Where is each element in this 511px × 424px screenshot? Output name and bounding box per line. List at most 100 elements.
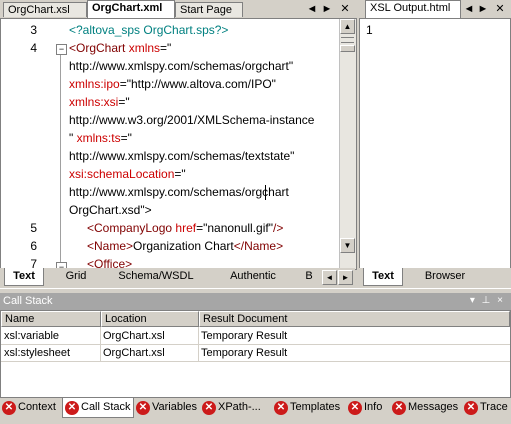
tab-scroll-right-icon[interactable]: ► bbox=[477, 3, 489, 15]
attr-token: href bbox=[172, 221, 197, 235]
error-icon: ✕ bbox=[464, 401, 478, 415]
error-icon: ✕ bbox=[2, 401, 16, 415]
cell-result: Temporary Result bbox=[201, 330, 288, 342]
scroll-thumb[interactable] bbox=[340, 45, 355, 52]
table-row[interactable]: xsl:stylesheet OrgChart.xsl Temporary Re… bbox=[1, 345, 510, 362]
value-token: =" bbox=[160, 41, 172, 55]
text-token: Organization Chart bbox=[133, 239, 234, 253]
tab-messages[interactable]: ✕ Messages bbox=[390, 398, 462, 418]
view-tab-browser[interactable]: B bbox=[302, 268, 316, 286]
code-line-4: <OrgChart xmlns=" bbox=[69, 39, 171, 57]
scroll-up-icon[interactable]: ▲ bbox=[340, 19, 355, 34]
code-wrap-line: http://www.xmlspy.com/schemas/orgchart" bbox=[69, 59, 294, 73]
tab-orgchart-xml[interactable]: OrgChart.xml bbox=[87, 0, 175, 18]
close-icon[interactable]: ✕ bbox=[339, 3, 351, 15]
line-number: 3 bbox=[30, 23, 37, 37]
callstack-titlebar: Call Stack ▾ ⊥ × bbox=[0, 293, 511, 310]
tab-xpath[interactable]: ✕ XPath-... bbox=[200, 398, 272, 418]
output-area[interactable]: 1 bbox=[359, 18, 511, 270]
tab-scroll-left-icon[interactable]: ◄ bbox=[463, 3, 475, 15]
cell-result: Temporary Result bbox=[201, 347, 288, 359]
tag-token: <OrgChart bbox=[69, 41, 126, 55]
value-token: =" bbox=[118, 95, 130, 109]
tab-scroll-left-icon[interactable]: ◄ bbox=[306, 3, 318, 15]
line-number: 7 bbox=[30, 257, 37, 269]
error-icon: ✕ bbox=[202, 401, 216, 415]
attr-token: xsi:schemaLocation bbox=[69, 167, 175, 181]
cell-location: OrgChart.xsl bbox=[103, 347, 165, 359]
line-number: 6 bbox=[30, 239, 37, 253]
attr-token: xmlns:ts bbox=[73, 131, 121, 145]
callstack-table: Name Location Result Document xsl:variab… bbox=[0, 310, 511, 398]
scroll-right-icon[interactable]: ► bbox=[338, 270, 353, 285]
view-tab-text[interactable]: Text bbox=[4, 268, 44, 286]
code-wrap-line: xmlns:xsi=" bbox=[69, 93, 130, 111]
view-tab-schema-wsdl[interactable]: Schema/WSDL bbox=[106, 268, 206, 286]
scroll-left-icon[interactable]: ◄ bbox=[322, 270, 337, 285]
panel-title: Call Stack bbox=[3, 295, 53, 307]
split-handle[interactable] bbox=[341, 37, 354, 43]
attr-token: xmlns bbox=[128, 41, 161, 55]
editor-view-tabs: Text Grid Schema/WSDL Authentic B ◄ ► bbox=[0, 268, 355, 287]
line-number: 5 bbox=[30, 221, 37, 235]
code-view[interactable]: − − 3 4 5 6 7 <?altova_sps OrgChart.sps?… bbox=[1, 21, 339, 269]
close-icon[interactable]: ✕ bbox=[494, 3, 506, 15]
tab-start-page[interactable]: Start Page bbox=[175, 2, 243, 17]
output-view-tabs: Text Browser bbox=[359, 268, 511, 287]
column-header-result[interactable]: Result Document bbox=[199, 311, 510, 327]
view-tab-browser[interactable]: Browser bbox=[415, 268, 475, 286]
tag-token: <Name> bbox=[87, 239, 134, 253]
attr-token: xmlns:ipo bbox=[69, 77, 120, 91]
error-icon: ✕ bbox=[274, 401, 288, 415]
view-tab-text[interactable]: Text bbox=[363, 268, 403, 286]
code-line-5: <CompanyLogo href="nanonull.gif"/> bbox=[87, 219, 283, 237]
debug-tab-bar: ✕ Context ✕ Call Stack ✕ Variables ✕ XPath-.… bbox=[0, 398, 511, 420]
code-wrap-line: " xmlns:ts=" bbox=[69, 129, 132, 147]
value-token: ="nanonull.gif" bbox=[196, 221, 273, 235]
code-wrap-line: xsi:schemaLocation=" bbox=[69, 165, 186, 183]
tab-trace[interactable]: ✕ Trace bbox=[462, 398, 511, 418]
panel-controls-icon[interactable]: ▾ ⊥ × bbox=[470, 295, 505, 306]
tab-context[interactable]: ✕ Context bbox=[0, 398, 62, 418]
error-icon: ✕ bbox=[348, 401, 362, 415]
panel-splitter[interactable] bbox=[0, 288, 511, 292]
code-line-6: <Name>Organization Chart</Name> bbox=[87, 237, 283, 255]
table-row[interactable]: xsl:variable OrgChart.xsl Temporary Resu… bbox=[1, 328, 510, 345]
cell-name: xsl:stylesheet bbox=[4, 347, 71, 359]
column-header-name[interactable]: Name bbox=[1, 311, 101, 327]
line-number: 1 bbox=[366, 23, 373, 37]
code-line-3: <?altova_sps OrgChart.sps?> bbox=[69, 23, 229, 37]
fold-toggle-icon[interactable]: − bbox=[56, 44, 67, 55]
line-number: 4 bbox=[30, 41, 37, 55]
scroll-down-icon[interactable]: ▼ bbox=[340, 238, 355, 253]
text-cursor bbox=[265, 185, 266, 200]
tab-templates[interactable]: ✕ Templates bbox=[272, 398, 346, 418]
code-wrap-line: OrgChart.xsd"> bbox=[69, 203, 152, 217]
tab-variables[interactable]: ✕ Variables bbox=[134, 398, 200, 418]
error-icon: ✕ bbox=[65, 401, 79, 415]
tab-info[interactable]: ✕ Info bbox=[346, 398, 390, 418]
tag-token: /> bbox=[273, 221, 284, 235]
tab-xsl-output[interactable]: XSL Output.html bbox=[365, 0, 461, 18]
code-wrap-line: http://www.w3.org/2001/XMLSchema-instanc… bbox=[69, 113, 315, 127]
editor-tab-strip: OrgChart.xsl OrgChart.xml Start Page ◄ ►… bbox=[0, 0, 356, 18]
editor-area[interactable]: − − 3 4 5 6 7 <?altova_sps OrgChart.sps?… bbox=[0, 18, 357, 270]
column-header-location[interactable]: Location bbox=[101, 311, 199, 327]
error-icon: ✕ bbox=[136, 401, 150, 415]
code-wrap-line: http://www.xmlspy.com/schemas/orgchart bbox=[69, 185, 289, 199]
error-icon: ✕ bbox=[392, 401, 406, 415]
view-tab-authentic[interactable]: Authentic bbox=[216, 268, 290, 286]
view-tab-grid[interactable]: Grid bbox=[52, 268, 100, 286]
tab-call-stack[interactable]: ✕ Call Stack bbox=[62, 398, 134, 418]
value-token: =" bbox=[120, 131, 132, 145]
value-token: =" bbox=[174, 167, 186, 181]
tag-token: </Name> bbox=[233, 239, 284, 253]
tab-orgchart-xsl[interactable]: OrgChart.xsl bbox=[3, 2, 87, 17]
editor-vertical-scrollbar[interactable]: ▲ ▼ bbox=[339, 19, 356, 269]
output-tab-strip: XSL Output.html ◄ ► ✕ bbox=[359, 0, 511, 18]
value-token: ="http://www.altova.com/IPO" bbox=[119, 77, 276, 91]
code-wrap-line: xmlns:ipo="http://www.altova.com/IPO" bbox=[69, 75, 276, 93]
code-line-7: <Office> bbox=[87, 257, 133, 269]
code-wrap-line: http://www.xmlspy.com/schemas/textstate" bbox=[69, 149, 295, 163]
tab-scroll-right-icon[interactable]: ► bbox=[321, 3, 333, 15]
